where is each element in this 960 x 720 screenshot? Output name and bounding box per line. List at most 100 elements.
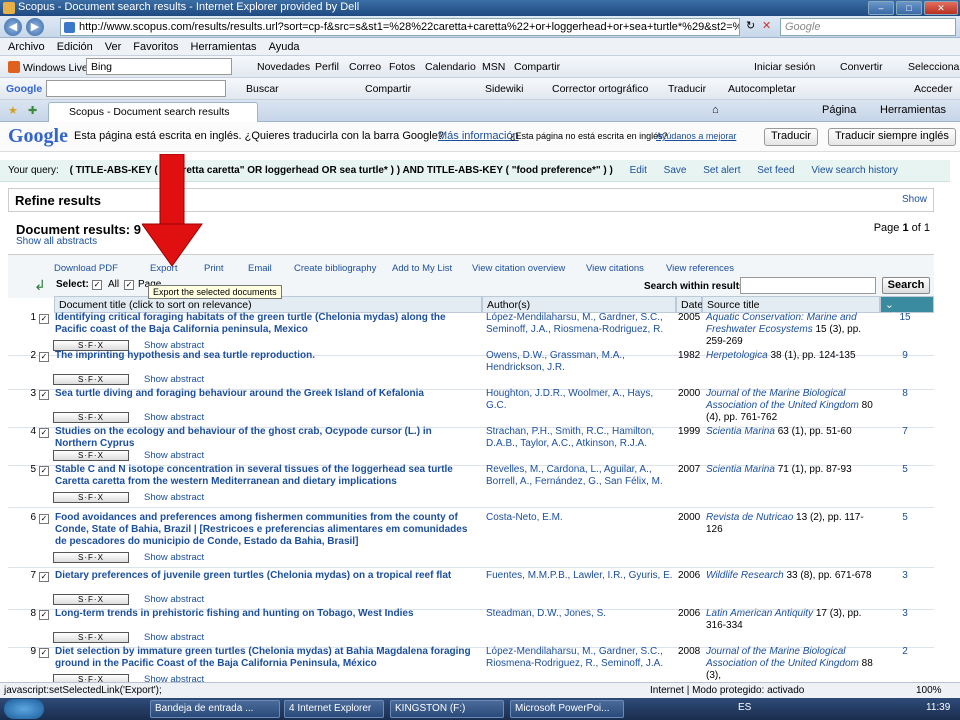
back-icon[interactable]: ◀ (4, 18, 22, 36)
zoom-level[interactable]: 100% (916, 685, 942, 696)
select-page-checkbox[interactable]: ✓ (124, 280, 134, 290)
google-corrector[interactable]: Corrector ortográfico (552, 83, 648, 95)
sfx-button[interactable]: S·F·X (53, 674, 129, 682)
row-checkbox[interactable]: ✓ (39, 466, 49, 476)
translate-button[interactable]: Traducir (764, 128, 818, 146)
row-checkbox[interactable]: ✓ (39, 572, 49, 582)
add-favorite-icon[interactable]: ✚ (28, 104, 37, 117)
citation-count-link[interactable]: 3 (890, 608, 920, 620)
show-abstract-link[interactable]: Show abstract (144, 374, 204, 385)
citation-count-link[interactable]: 8 (890, 388, 920, 400)
sfx-button[interactable]: S·F·X (53, 492, 129, 503)
task-kingston[interactable]: KINGSTON (F:) (390, 700, 504, 718)
row-checkbox[interactable]: ✓ (39, 352, 49, 362)
convert-button[interactable]: Convertir (840, 61, 883, 73)
save-link[interactable]: Save (664, 165, 687, 176)
show-abstract-link[interactable]: Show abstract (144, 632, 204, 643)
show-abstract-link[interactable]: Show abstract (144, 594, 204, 605)
journal-link[interactable]: Scientia Marina (706, 464, 775, 475)
edit-link[interactable]: Edit (630, 165, 647, 176)
home-icon[interactable]: ⌂ (712, 104, 719, 116)
document-title-link[interactable]: Dietary preferences of juvenile green tu… (55, 570, 475, 582)
citation-count-link[interactable]: 9 (890, 350, 920, 362)
wl-compartir[interactable]: Compartir (514, 61, 560, 73)
close-button[interactable]: ✕ (924, 1, 958, 15)
download-pdf-link[interactable]: Download PDF (54, 263, 118, 274)
google-traducir[interactable]: Traducir (668, 83, 706, 95)
row-checkbox[interactable]: ✓ (39, 610, 49, 620)
sfx-button[interactable]: S·F·X (53, 412, 129, 423)
col-citations[interactable]: ⌄ Citations (880, 296, 934, 323)
col-authors[interactable]: Author(s) (482, 296, 676, 313)
row-checkbox[interactable]: ✓ (39, 314, 49, 324)
document-title-link[interactable]: Long-term trends in prehistoric fishing … (55, 608, 475, 620)
document-title-link[interactable]: The imprinting hypothesis and sea turtle… (55, 350, 475, 362)
show-abstract-link[interactable]: Show abstract (144, 674, 204, 682)
create-bibliography-link[interactable]: Create bibliography (294, 263, 376, 274)
row-checkbox[interactable]: ✓ (39, 390, 49, 400)
tab-scopus[interactable]: Scopus - Document search results (48, 102, 258, 122)
stop-icon[interactable]: ✕ (762, 19, 771, 32)
always-translate-button[interactable]: Traducir siempre inglés (828, 128, 956, 146)
email-link[interactable]: Email (248, 263, 272, 274)
search-within-button[interactable]: Search (882, 277, 930, 294)
task-ie[interactable]: 4 Internet Explorer (284, 700, 384, 718)
google-search-input[interactable] (46, 80, 226, 97)
more-info-link[interactable]: Más información (438, 130, 519, 142)
search-history-link[interactable]: View search history (811, 165, 898, 176)
show-abstract-link[interactable]: Show abstract (144, 450, 204, 461)
sfx-button[interactable]: S·F·X (53, 594, 129, 605)
menu-herramientas[interactable]: Herramientas (191, 41, 257, 55)
google-sidewiki[interactable]: Sidewiki (485, 83, 524, 95)
wl-msn[interactable]: MSN (482, 61, 505, 73)
document-title-link[interactable]: Identifying critical foraging habitats o… (55, 312, 475, 336)
search-within-input[interactable] (740, 277, 876, 294)
journal-link[interactable]: Scientia Marina (706, 426, 775, 437)
minimize-button[interactable]: – (868, 1, 894, 15)
set-feed-link[interactable]: Set feed (757, 165, 794, 176)
authors-link[interactable]: López-Mendilaharsu, M., Gardner, S.C., R… (486, 646, 674, 670)
authors-link[interactable]: Houghton, J.D.R., Woolmer, A., Hays, G.C… (486, 388, 674, 412)
maximize-button[interactable]: □ (896, 1, 922, 15)
show-all-abstracts-link[interactable]: Show all abstracts (16, 236, 97, 247)
login-link[interactable]: Iniciar sesión (754, 61, 815, 73)
google-compartir[interactable]: Compartir (365, 83, 411, 95)
menu-edicion[interactable]: Edición (57, 41, 93, 55)
wl-calendario[interactable]: Calendario (425, 61, 476, 73)
bing-search-input[interactable]: Bing (86, 58, 232, 75)
menu-archivo[interactable]: Archivo (8, 41, 45, 55)
sfx-button[interactable]: S·F·X (53, 552, 129, 563)
citation-count-link[interactable]: 5 (890, 512, 920, 524)
menu-ayuda[interactable]: Ayuda (269, 41, 300, 55)
sfx-button[interactable]: S·F·X (53, 374, 129, 385)
wl-correo[interactable]: Correo (349, 61, 381, 73)
sfx-button[interactable]: S·F·X (53, 450, 129, 461)
google-autocompletar[interactable]: Autocompletar (728, 83, 796, 95)
select-all-checkbox[interactable]: ✓ (92, 280, 102, 290)
document-title-link[interactable]: Diet selection by immature green turtles… (55, 646, 475, 670)
authors-link[interactable]: Revelles, M., Cardona, L., Aguilar, A., … (486, 464, 674, 488)
task-powerpoint[interactable]: Microsoft PowerPoi... (510, 700, 624, 718)
document-title-link[interactable]: Stable C and N isotope concentration in … (55, 464, 475, 488)
refresh-icon[interactable]: ↻ (746, 19, 755, 32)
show-abstract-link[interactable]: Show abstract (144, 412, 204, 423)
authors-link[interactable]: López-Mendilaharsu, M., Gardner, S.C., S… (486, 312, 674, 336)
journal-link[interactable]: Journal of the Marine Biological Associa… (706, 646, 859, 669)
authors-link[interactable]: Owens, D.W., Grassman, M.A., Hendrickson… (486, 350, 674, 374)
show-abstract-link[interactable]: Show abstract (144, 492, 204, 503)
journal-link[interactable]: Wildlife Research (706, 570, 784, 581)
address-bar[interactable]: http://www.scopus.com/results/results.ur… (60, 18, 740, 36)
document-title-link[interactable]: Studies on the ecology and behaviour of … (55, 426, 475, 450)
language-indicator[interactable]: ES (738, 702, 751, 713)
browser-search-input[interactable]: Google (780, 18, 956, 36)
refine-show-link[interactable]: Show (902, 194, 927, 205)
authors-link[interactable]: Strachan, P.H., Smith, R.C., Hamilton, D… (486, 426, 674, 450)
journal-link[interactable]: Herpetologica (706, 350, 768, 361)
help-improve-link[interactable]: Ayúdanos a mejorar (656, 131, 736, 141)
select-button[interactable]: Seleccionar (908, 61, 960, 73)
sfx-button[interactable]: S·F·X (53, 632, 129, 643)
citation-count-link[interactable]: 7 (890, 426, 920, 438)
herramientas-menu[interactable]: Herramientas (880, 104, 946, 116)
google-buscar[interactable]: Buscar (246, 83, 279, 95)
authors-link[interactable]: Fuentes, M.M.P.B., Lawler, I.R., Gyuris,… (486, 570, 674, 582)
